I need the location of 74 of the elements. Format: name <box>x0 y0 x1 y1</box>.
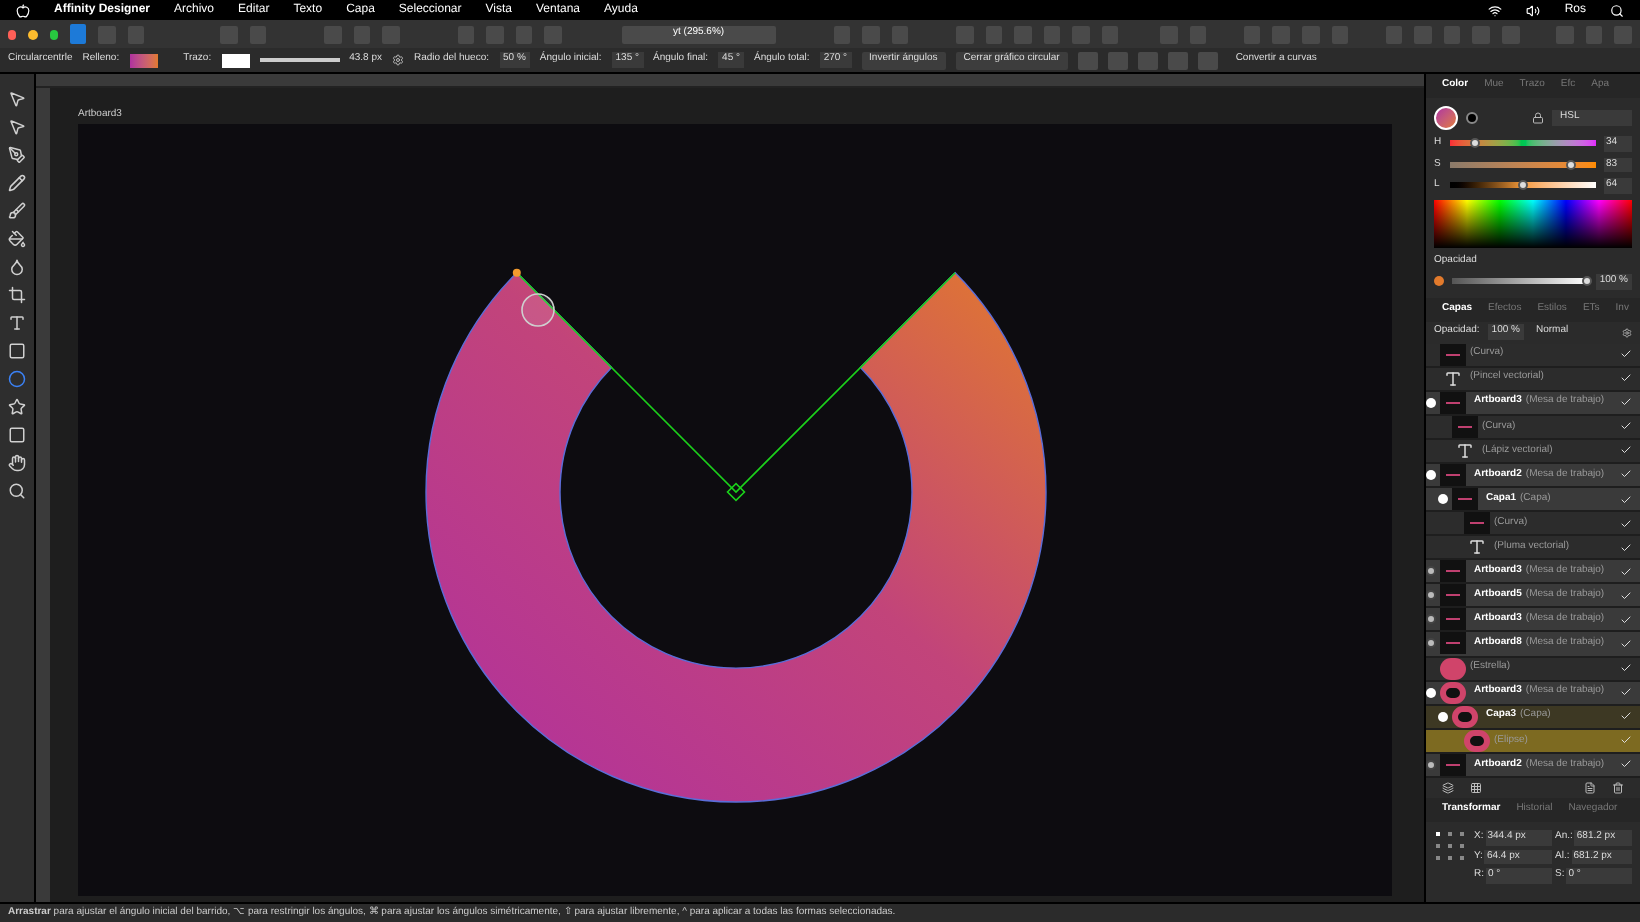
color-slider[interactable] <box>1450 182 1596 189</box>
close-window-icon[interactable] <box>8 29 17 39</box>
ring-thumbnail <box>1464 729 1490 752</box>
layer-thumbnail <box>1440 584 1466 607</box>
layer-thumbnail <box>1440 560 1466 583</box>
crop-icon[interactable] <box>8 286 26 304</box>
fill-bucket-icon[interactable] <box>8 230 26 248</box>
minimize-window-icon[interactable] <box>28 29 38 39</box>
search-icon[interactable] <box>1610 3 1624 17</box>
text-layer-thumbnail <box>1440 367 1466 390</box>
pen-icon[interactable] <box>8 146 26 164</box>
collapsed-toggle-icon[interactable] <box>1426 590 1436 601</box>
opacity-swatch-icon <box>1434 276 1444 287</box>
slider-thumb[interactable] <box>1469 138 1480 149</box>
layer-thumbnail <box>1440 463 1466 486</box>
layers-icon[interactable] <box>1442 782 1454 794</box>
ring-thumbnail <box>1440 681 1466 704</box>
node-pointer-icon[interactable] <box>8 118 26 136</box>
stroke-swatch[interactable] <box>221 53 250 67</box>
collapsed-toggle-icon[interactable] <box>1426 638 1436 649</box>
slider-thumb[interactable] <box>1566 159 1577 170</box>
layer-thumbnail <box>1440 343 1466 366</box>
color-slider[interactable] <box>1450 161 1596 168</box>
text-layer-thumbnail <box>1464 536 1490 559</box>
settings-icon[interactable] <box>391 54 404 66</box>
square-icon[interactable] <box>8 426 26 444</box>
color-slider[interactable] <box>1450 140 1596 147</box>
collapsed-toggle-icon[interactable] <box>1426 614 1436 625</box>
expanded-toggle-icon[interactable] <box>1426 397 1436 408</box>
layer-thumbnail <box>1440 753 1466 776</box>
collapsed-toggle-icon[interactable] <box>1426 759 1436 770</box>
expanded-toggle-icon[interactable] <box>1426 687 1436 698</box>
grid-icon[interactable] <box>1470 782 1482 794</box>
fill-color-wheel-icon[interactable] <box>1434 106 1458 130</box>
layer-thumbnail <box>1440 391 1466 414</box>
anchor-grid-icon[interactable] <box>1434 830 1466 862</box>
app-logo-icon[interactable] <box>69 24 87 44</box>
layer-thumbnail <box>1440 632 1466 655</box>
stroke-color-icon[interactable] <box>1466 112 1478 124</box>
wifi-icon[interactable] <box>1488 3 1503 17</box>
collapsed-toggle-icon[interactable] <box>1426 566 1436 577</box>
layer-thumbnail <box>1440 608 1466 631</box>
slider-thumb[interactable] <box>1582 276 1593 287</box>
lock-icon[interactable] <box>1532 112 1544 124</box>
star-icon[interactable] <box>8 398 26 416</box>
settings-icon[interactable] <box>1622 327 1632 337</box>
zoom-window-icon[interactable] <box>49 29 58 39</box>
ellipse-icon[interactable] <box>8 370 26 388</box>
opacity-slider[interactable] <box>1452 278 1588 285</box>
pencil-icon[interactable] <box>8 174 26 192</box>
fill-swatch[interactable] <box>129 53 158 67</box>
stroke-line-icon <box>259 58 340 62</box>
expanded-toggle-icon[interactable] <box>1438 711 1448 722</box>
layer-thumbnail <box>1452 488 1478 510</box>
brush-icon[interactable] <box>8 202 26 220</box>
trash-icon[interactable] <box>1612 782 1624 794</box>
apple-icon[interactable] <box>16 3 30 17</box>
color-spectrum[interactable] <box>1434 199 1632 247</box>
expanded-toggle-icon[interactable] <box>1426 469 1436 480</box>
slider-thumb[interactable] <box>1518 180 1528 191</box>
layer-thumbnail <box>1464 512 1490 535</box>
zoom-icon[interactable] <box>8 482 26 500</box>
expanded-toggle-icon[interactable] <box>1438 494 1448 504</box>
droplet-icon[interactable] <box>8 258 26 276</box>
layer-thumbnail <box>1452 415 1478 438</box>
rectangle-icon[interactable] <box>8 342 26 360</box>
text-layer-thumbnail <box>1452 439 1478 462</box>
text-icon[interactable] <box>8 314 26 332</box>
star-thumbnail <box>1440 657 1466 680</box>
page-icon[interactable] <box>1584 782 1596 794</box>
volume-icon[interactable] <box>1526 3 1541 17</box>
pointer-icon[interactable] <box>8 90 26 108</box>
hand-icon[interactable] <box>8 454 26 472</box>
ring-thumbnail <box>1452 705 1478 728</box>
